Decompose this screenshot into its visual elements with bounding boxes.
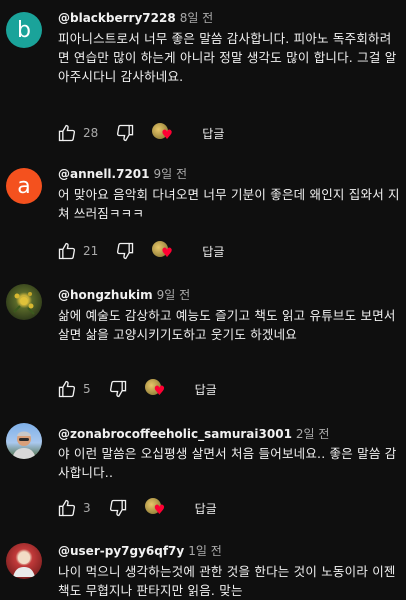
flower-icon bbox=[13, 292, 35, 315]
heart-icon: ♥ bbox=[161, 128, 173, 143]
comment-author[interactable]: @zonabrocoffeeholic_samurai3001 bbox=[58, 427, 292, 441]
like-count: 5 bbox=[83, 382, 91, 396]
creator-heart-badge: ♥ bbox=[152, 240, 174, 262]
like-button[interactable] bbox=[56, 122, 78, 144]
dislike-button[interactable] bbox=[107, 497, 129, 519]
like-button[interactable] bbox=[56, 378, 78, 400]
avatar[interactable]: b bbox=[6, 12, 42, 48]
comment-header: @annell.7201 9일 전 bbox=[58, 166, 187, 182]
heart-icon: ♥ bbox=[153, 503, 166, 518]
reply-button[interactable]: 답글 bbox=[202, 243, 224, 260]
comment-header: @hongzhukim 9일 전 bbox=[58, 287, 190, 303]
thumbs-down-icon bbox=[109, 499, 126, 517]
creator-heart-badge: ♥ bbox=[144, 497, 167, 519]
comment-header: @blackberry7228 8일 전 bbox=[58, 10, 213, 26]
comment-actions: 28 ♥ 답글 bbox=[56, 122, 224, 144]
person-photo-icon bbox=[12, 431, 36, 459]
comment-text: 삶에 예술도 감상하고 예능도 즐기고 책도 읽고 유튜브도 보면서 살면 삶을… bbox=[58, 308, 396, 342]
comment-actions: 21 ♥ 답글 bbox=[56, 240, 224, 262]
like-button[interactable] bbox=[56, 240, 78, 262]
comment-author[interactable]: @blackberry7228 bbox=[58, 11, 176, 25]
like-count: 3 bbox=[83, 501, 91, 515]
comment-time[interactable]: 9일 전 bbox=[157, 288, 191, 302]
comment-time[interactable]: 1일 전 bbox=[188, 544, 222, 558]
avatar[interactable]: a bbox=[6, 168, 42, 204]
avatar[interactable] bbox=[6, 284, 42, 320]
creator-heart-badge: ♥ bbox=[152, 122, 174, 144]
thumbs-up-icon bbox=[58, 499, 76, 517]
avatar[interactable] bbox=[6, 423, 42, 459]
comment-actions: 5 ♥ 답글 bbox=[56, 378, 217, 400]
like-count: 21 bbox=[83, 244, 99, 258]
reply-button[interactable]: 답글 bbox=[202, 125, 224, 142]
heart-icon: ♥ bbox=[161, 246, 173, 261]
comment-time[interactable]: 8일 전 bbox=[180, 11, 214, 25]
comment-author[interactable]: @annell.7201 bbox=[58, 167, 150, 181]
heart-icon: ♥ bbox=[153, 384, 166, 399]
thumbs-down-icon bbox=[117, 124, 134, 142]
user-photo-icon bbox=[13, 552, 35, 577]
comment-header: @zonabrocoffeeholic_samurai3001 2일 전 bbox=[58, 426, 329, 442]
comment-text: 야 이런 말씀은 오십평생 살면서 처음 들어보네요.. 좋은 말씀 감사합니다… bbox=[58, 446, 397, 480]
reply-button[interactable]: 답글 bbox=[195, 381, 217, 398]
comment-text: 피아니스트로서 너무 좋은 말씀 감사합니다. 피아노 독주회하려면 연습만 많… bbox=[58, 31, 397, 84]
dislike-button[interactable] bbox=[107, 378, 129, 400]
avatar[interactable] bbox=[6, 543, 42, 579]
dislike-button[interactable] bbox=[114, 122, 136, 144]
comment-text: 나이 먹으니 생각하는것에 관한 것을 한다는 것이 노동이라 이젠 책도 무협… bbox=[58, 564, 396, 598]
thumbs-down-icon bbox=[109, 380, 126, 398]
thumbs-up-icon bbox=[58, 242, 76, 260]
comment-header: @user-py7gy6qf7y 1일 전 bbox=[58, 543, 222, 559]
comment-actions: 3 ♥ 답글 bbox=[56, 497, 217, 519]
comment-author[interactable]: @user-py7gy6qf7y bbox=[58, 544, 184, 558]
comment-time[interactable]: 9일 전 bbox=[154, 167, 188, 181]
dislike-button[interactable] bbox=[114, 240, 136, 262]
comment-time[interactable]: 2일 전 bbox=[296, 427, 330, 441]
reply-button[interactable]: 답글 bbox=[195, 500, 217, 517]
thumbs-down-icon bbox=[117, 242, 134, 260]
like-count: 28 bbox=[83, 126, 99, 140]
thumbs-up-icon bbox=[58, 380, 76, 398]
thumbs-up-icon bbox=[58, 124, 76, 142]
creator-heart-badge: ♥ bbox=[144, 378, 167, 400]
comment-author[interactable]: @hongzhukim bbox=[58, 288, 153, 302]
like-button[interactable] bbox=[56, 497, 78, 519]
comment-text: 어 맞아요 음악회 다녀오면 너무 기분이 좋은데 왜인지 집와서 지쳐 쓰러짐… bbox=[58, 187, 400, 221]
